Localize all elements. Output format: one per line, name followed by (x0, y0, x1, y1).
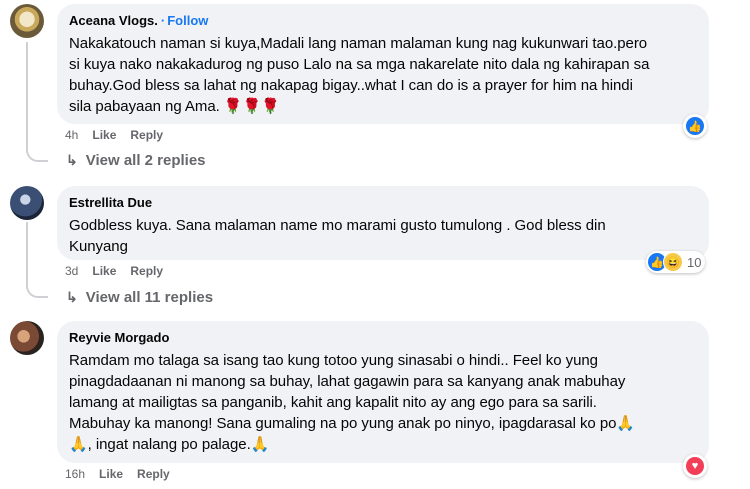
like-button[interactable]: Like (99, 467, 123, 481)
comment-text: Godbless kuya. Sana malaman name mo mara… (69, 217, 606, 255)
comment-author[interactable]: Aceana Vlogs. (69, 12, 158, 29)
comment-author[interactable]: Reyvie Morgado (69, 329, 169, 346)
comment-text: Nakakatouch naman si kuya,Madali lang na… (69, 35, 650, 115)
follow-button[interactable]: Follow (167, 13, 208, 28)
reaction-summary[interactable]: ♥ (683, 454, 707, 478)
comment-text: Ramdam mo talaga sa isang tao kung totoo… (69, 352, 636, 453)
avatar[interactable] (10, 186, 44, 220)
reply-button[interactable]: Reply (130, 264, 163, 278)
comment-bubble: Estrellita Due Godbless kuya. Sana malam… (57, 186, 709, 260)
comment-time[interactable]: 16h (65, 467, 85, 481)
comment-bubble: Aceana Vlogs. · Follow Nakakatouch naman s… (57, 4, 709, 124)
reply-button[interactable]: Reply (137, 467, 170, 481)
reaction-count: 10 (687, 254, 702, 270)
separator-dot: · (160, 13, 166, 28)
avatar[interactable] (10, 321, 44, 355)
view-replies-label: View all 2 replies (85, 152, 206, 169)
reply-thread-line (26, 42, 48, 162)
like-button[interactable]: Like (92, 128, 116, 142)
reaction-summary[interactable]: 👍 (683, 114, 707, 138)
comment-author[interactable]: Estrellita Due (69, 194, 152, 211)
reply-thread-line (26, 222, 48, 298)
haha-icon: 😆 (663, 252, 683, 272)
reply-button[interactable]: Reply (130, 128, 163, 142)
view-replies-label: View all 11 replies (85, 289, 214, 306)
like-icon: 👍 (686, 117, 704, 135)
comment-actions: 16h Like Reply (65, 467, 184, 481)
avatar[interactable] (10, 4, 44, 38)
like-button[interactable]: Like (92, 264, 116, 278)
comment-bubble: Reyvie Morgado Ramdam mo talaga sa isang… (57, 321, 709, 463)
reply-arrow-icon: ↳ (66, 289, 78, 305)
view-replies-link[interactable]: ↳ View all 11 replies (66, 289, 213, 306)
comment-actions: 3d Like Reply (65, 264, 177, 278)
comment-actions: 4h Like Reply (65, 128, 177, 142)
view-replies-link[interactable]: ↳ View all 2 replies (66, 152, 206, 169)
reply-arrow-icon: ↳ (66, 152, 78, 168)
comment-time[interactable]: 4h (65, 128, 78, 142)
heart-icon: ♥ (686, 457, 704, 475)
reaction-summary[interactable]: 👍 😆 10 (646, 251, 706, 273)
comment-time[interactable]: 3d (65, 264, 78, 278)
